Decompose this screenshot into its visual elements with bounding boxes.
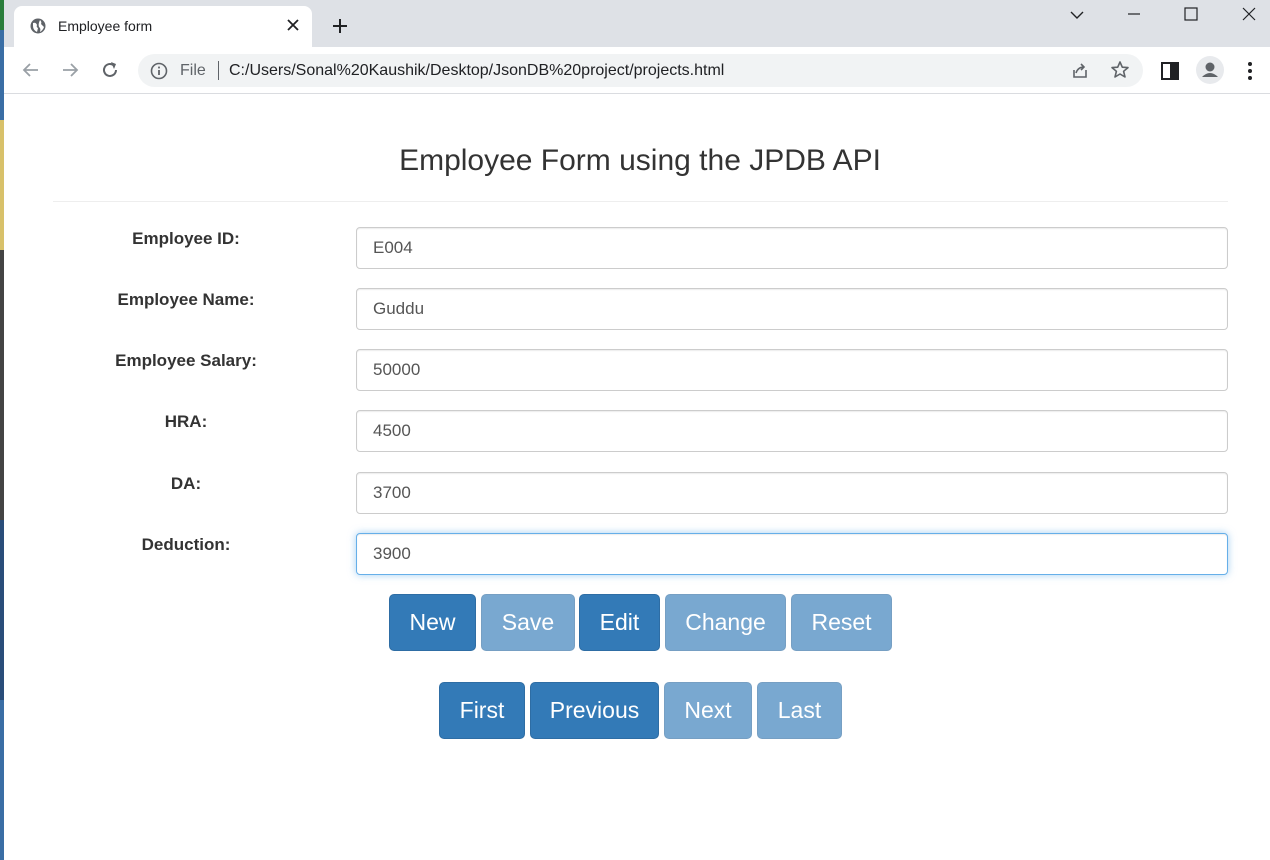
address-url[interactable]: C:/Users/Sonal%20Kaushik/Desktop/JsonDB%… — [229, 62, 724, 80]
share-icon[interactable] — [1070, 61, 1090, 81]
window-close-icon[interactable] — [1239, 6, 1259, 24]
new-button[interactable]: New — [389, 594, 476, 651]
form-row-employee-id: Employee ID: — [0, 227, 1270, 269]
form-row-deduction: Deduction: — [0, 533, 1270, 575]
form-row-hra: HRA: — [0, 410, 1270, 452]
form-row-da: DA: — [0, 472, 1270, 514]
employee-salary-label: Employee Salary: — [115, 351, 257, 370]
forward-arrow-icon[interactable] — [59, 59, 81, 81]
title-divider — [53, 201, 1228, 202]
page-title: Employee Form using the JPDB API — [399, 144, 881, 177]
chevron-down-icon[interactable] — [1067, 6, 1087, 24]
address-divider — [218, 61, 219, 80]
profile-avatar[interactable] — [1196, 56, 1224, 84]
star-icon[interactable] — [1110, 60, 1130, 80]
da-input[interactable] — [356, 472, 1228, 514]
browser-toolbar: File C:/Users/Sonal%20Kaushik/Desktop/Js… — [0, 47, 1270, 94]
info-icon[interactable] — [150, 62, 168, 80]
edit-button[interactable]: Edit — [579, 594, 660, 651]
hra-label: HRA: — [164, 412, 208, 431]
employee-name-label: Employee Name: — [117, 290, 255, 309]
more-vertical-icon[interactable] — [1239, 60, 1261, 82]
maximize-icon[interactable] — [1181, 6, 1201, 24]
globe-icon — [30, 18, 46, 34]
last-button[interactable]: Last — [757, 682, 842, 739]
employee-id-label: Employee ID: — [132, 229, 240, 248]
form-row-employee-salary: Employee Salary: — [0, 349, 1270, 391]
browser-tab-strip: Employee form — [0, 0, 1270, 47]
change-button[interactable]: Change — [665, 594, 786, 651]
da-label: DA: — [170, 474, 202, 493]
minimize-icon[interactable] — [1124, 6, 1144, 24]
desktop-edge — [0, 0, 4, 860]
plus-icon[interactable] — [330, 16, 350, 36]
first-button[interactable]: First — [439, 682, 525, 739]
employee-id-input[interactable] — [356, 227, 1228, 269]
person-icon — [1202, 62, 1218, 77]
reload-icon[interactable] — [99, 59, 121, 81]
address-bar[interactable]: File C:/Users/Sonal%20Kaushik/Desktop/Js… — [138, 54, 1143, 87]
previous-button[interactable]: Previous — [530, 682, 659, 739]
hra-input[interactable] — [356, 410, 1228, 452]
employee-salary-input[interactable] — [356, 349, 1228, 391]
browser-tab[interactable]: Employee form — [14, 6, 312, 47]
employee-name-input[interactable] — [356, 288, 1228, 330]
address-scheme-label: File — [180, 62, 206, 79]
deduction-input[interactable] — [356, 533, 1228, 575]
side-panel-icon[interactable] — [1159, 60, 1181, 82]
next-button[interactable]: Next — [664, 682, 752, 739]
tab-title: Employee form — [58, 18, 153, 34]
back-arrow-icon[interactable] — [20, 59, 42, 81]
save-button[interactable]: Save — [481, 594, 575, 651]
form-row-employee-name: Employee Name: — [0, 288, 1270, 330]
close-icon[interactable] — [285, 17, 301, 33]
reset-button[interactable]: Reset — [791, 594, 892, 651]
deduction-label: Deduction: — [141, 535, 231, 554]
